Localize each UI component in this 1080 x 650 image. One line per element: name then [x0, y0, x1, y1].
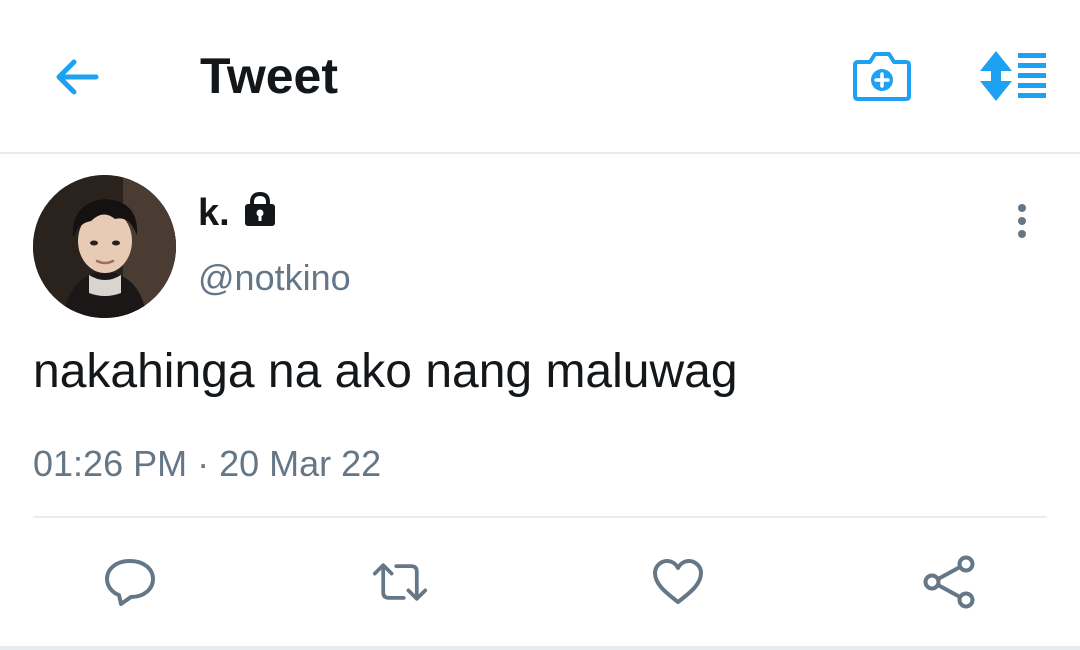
comment-icon: [105, 559, 155, 606]
tweet-text: nakahinga na ako nang maluwag: [33, 345, 738, 398]
back-button[interactable]: [48, 48, 106, 106]
lock-icon: [245, 191, 275, 226]
reply-button[interactable]: [102, 554, 158, 610]
divider: [33, 516, 1047, 518]
share-icon: [923, 555, 975, 609]
avatar[interactable]: [33, 175, 176, 318]
heart-icon: [653, 559, 703, 604]
page-title: Tweet: [200, 48, 338, 104]
more-options-button[interactable]: [1002, 200, 1042, 242]
retweet-icon: [372, 563, 428, 601]
like-button[interactable]: [650, 554, 706, 610]
vertical-dots-icon: [1018, 204, 1026, 238]
author-handle[interactable]: @notkino: [198, 256, 351, 300]
retweet-button[interactable]: [372, 554, 428, 610]
arrow-left-icon: [56, 59, 99, 95]
tweet-timestamp[interactable]: 01:26 PM · 20 Mar 22: [33, 442, 381, 486]
bottom-divider: [0, 646, 1080, 650]
sort-list-icon: [980, 51, 1046, 101]
camera-button[interactable]: [850, 44, 914, 108]
top-bar: Tweet: [0, 0, 1080, 154]
author-display-name[interactable]: k.: [198, 190, 230, 236]
camera-plus-icon: [853, 52, 911, 101]
share-button[interactable]: [922, 554, 978, 610]
sort-button[interactable]: [974, 44, 1052, 108]
